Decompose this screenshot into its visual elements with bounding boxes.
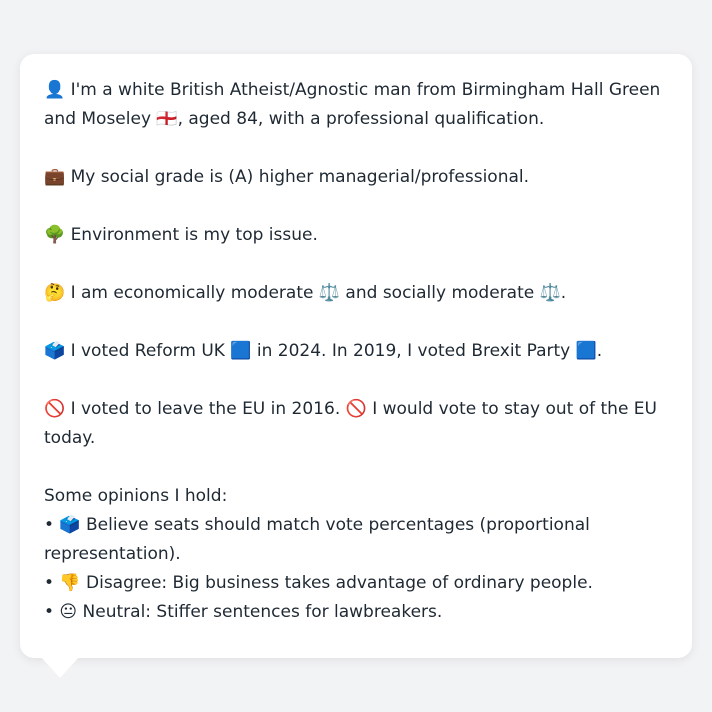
bubble-tail [40, 656, 80, 678]
opinion-item: • 😐 Neutral: Stiffer sentences for lawbr… [44, 602, 443, 622]
persona-message-bubble: 👤 I'm a white British Atheist/Agnostic m… [20, 54, 692, 658]
eu-text: 🚫 I voted to leave the EU in 2016. 🚫 I w… [44, 399, 657, 448]
votes-text: 🗳️ I voted Reform UK 🟦 in 2024. In 2019,… [44, 341, 603, 361]
social-grade-text: 💼 My social grade is (A) higher manageri… [44, 167, 530, 187]
opinion-item: • 🗳️ Believe seats should match vote per… [44, 515, 590, 564]
top-issue-text: 🌳 Environment is my top issue. [44, 225, 318, 245]
identity-text: 👤 I'm a white British Atheist/Agnostic m… [44, 80, 661, 129]
opinions-heading: Some opinions I hold: [44, 486, 228, 506]
opinion-item: • 👎 Disagree: Big business takes advanta… [44, 573, 593, 593]
opinions-section: Some opinions I hold: • 🗳️ Believe seats… [44, 482, 670, 627]
ideology-text: 🤔 I am economically moderate ⚖️ and soci… [44, 283, 567, 303]
